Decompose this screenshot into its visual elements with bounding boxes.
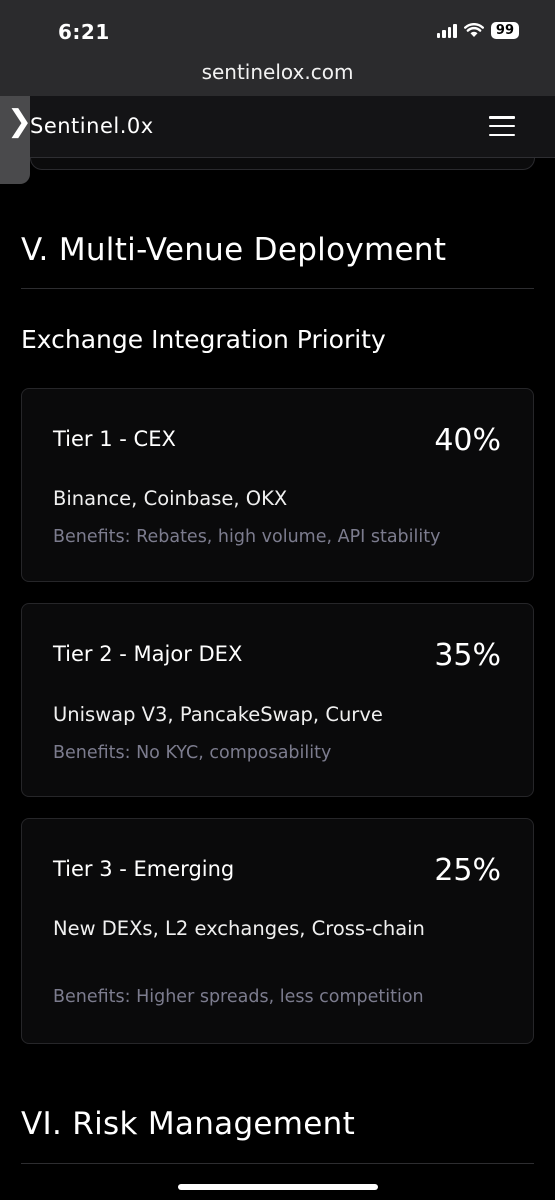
brand-logo[interactable]: Sentinel.0x [30, 114, 154, 138]
status-icons: 99 [436, 22, 519, 39]
navbar-edge [30, 158, 535, 170]
tier-title: Tier 1 - CEX [53, 427, 176, 451]
battery-icon: 99 [490, 22, 519, 39]
tier-venues: Binance, Coinbase, OKX [53, 487, 288, 510]
tier-title: Tier 2 - Major DEX [53, 642, 243, 666]
tier-benefits: Benefits: Higher spreads, less competiti… [53, 987, 424, 1007]
tier-venues: Uniswap V3, PancakeSwap, Curve [53, 703, 383, 726]
tier-venues: New DEXs, L2 exchanges, Cross-chain [53, 917, 425, 940]
wifi-icon [463, 23, 484, 37]
tier-card: Tier 2 - Major DEX 35% Uniswap V3, Panca… [21, 603, 534, 797]
address-bar[interactable]: sentinelox.com [0, 60, 555, 84]
section-divider [21, 1163, 534, 1164]
section-divider [21, 288, 534, 289]
status-time: 6:21 [58, 20, 110, 44]
chevron-right-icon: ❯ [7, 104, 33, 139]
sidebar-toggle[interactable]: ❯ [0, 96, 33, 184]
tier-card: Tier 3 - Emerging 25% New DEXs, L2 excha… [21, 818, 534, 1044]
cellular-signal-icon [436, 23, 457, 38]
tier-card: Tier 1 - CEX 40% Binance, Coinbase, OKX … [21, 388, 534, 582]
tier-percent: 35% [434, 638, 501, 673]
tier-percent: 40% [434, 423, 501, 458]
exchange-heading: Exchange Integration Priority [21, 325, 386, 354]
tier-benefits: Benefits: Rebates, high volume, API stab… [53, 527, 441, 547]
tier-percent: 25% [434, 853, 501, 888]
menu-icon[interactable] [489, 116, 515, 136]
section-title-risk: VI. Risk Management [21, 1106, 356, 1142]
section-title-deployment: V. Multi-Venue Deployment [21, 232, 447, 268]
tier-benefits: Benefits: No KYC, composability [53, 743, 332, 763]
tier-title: Tier 3 - Emerging [53, 857, 235, 881]
home-indicator[interactable] [178, 1184, 378, 1190]
